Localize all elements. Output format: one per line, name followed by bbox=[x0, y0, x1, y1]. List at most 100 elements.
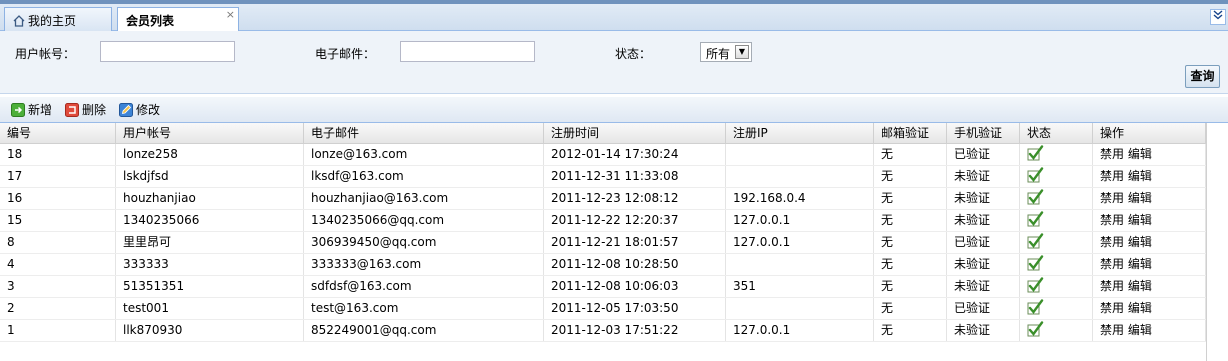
cell-email-verify: 无 bbox=[874, 298, 947, 319]
cell-status bbox=[1020, 320, 1093, 341]
table-row[interactable]: 3 51351351 sdfdsf@163.com 2011-12-08 10:06:… bbox=[0, 276, 1206, 298]
cell-reg-time: 2011-12-08 10:28:50 bbox=[544, 254, 726, 275]
cell-reg-ip: 351 bbox=[726, 276, 874, 297]
col-header-email[interactable]: 电子邮件 bbox=[304, 123, 544, 144]
cell-reg-time: 2011-12-03 17:51:22 bbox=[544, 320, 726, 341]
close-icon[interactable]: × bbox=[226, 8, 235, 21]
cell-ops[interactable]: 禁用 编辑 bbox=[1093, 320, 1206, 341]
cell-status bbox=[1020, 210, 1093, 231]
check-icon bbox=[1027, 321, 1044, 337]
table-row[interactable]: 2 test001 test@163.com 2011-12-05 17:03:50 无… bbox=[0, 298, 1206, 320]
cell-status bbox=[1020, 188, 1093, 209]
table-row[interactable]: 16 houzhanjiao houzhanjiao@163.com 2011-12-… bbox=[0, 188, 1206, 210]
cell-account: lskdjfsd bbox=[116, 166, 304, 187]
cell-status bbox=[1020, 254, 1093, 275]
status-select-value: 所有 bbox=[706, 47, 731, 61]
cell-email: test@163.com bbox=[304, 298, 544, 319]
check-icon bbox=[1027, 167, 1044, 183]
cell-reg-time: 2011-12-05 17:03:50 bbox=[544, 298, 726, 319]
cell-account: lonze258 bbox=[116, 144, 304, 165]
cell-account: test001 bbox=[116, 298, 304, 319]
cell-status bbox=[1020, 166, 1093, 187]
dropdown-arrow-icon[interactable]: ▼ bbox=[735, 45, 749, 59]
cell-email: 852249001@qq.com bbox=[304, 320, 544, 341]
col-header-status[interactable]: 状态 bbox=[1020, 123, 1093, 144]
cell-reg-time: 2011-12-08 10:06:03 bbox=[544, 276, 726, 297]
edit-label: 修改 bbox=[136, 103, 161, 117]
cell-reg-time: 2012-01-14 17:30:24 bbox=[544, 144, 726, 165]
cell-id: 8 bbox=[0, 232, 116, 253]
account-label: 用户帐号： bbox=[15, 47, 76, 61]
col-header-reg-ip[interactable]: 注册IP bbox=[726, 123, 874, 144]
cell-ops[interactable]: 禁用 编辑 bbox=[1093, 298, 1206, 319]
cell-phone-verify: 未验证 bbox=[947, 166, 1020, 187]
col-header-account[interactable]: 用户帐号 bbox=[116, 123, 304, 144]
cell-email: lonze@163.com bbox=[304, 144, 544, 165]
delete-button[interactable]: 删除 bbox=[65, 101, 106, 119]
cell-ops[interactable]: 禁用 编辑 bbox=[1093, 276, 1206, 297]
col-header-email-verify[interactable]: 邮箱验证 bbox=[874, 123, 947, 144]
cell-email-verify: 无 bbox=[874, 166, 947, 187]
collapse-button[interactable] bbox=[1210, 9, 1226, 25]
col-header-id[interactable]: 编号 bbox=[0, 123, 116, 144]
cell-email: sdfdsf@163.com bbox=[304, 276, 544, 297]
col-header-ops[interactable]: 操作 bbox=[1093, 123, 1206, 144]
cell-email-verify: 无 bbox=[874, 254, 947, 275]
cell-id: 2 bbox=[0, 298, 116, 319]
cell-ops[interactable]: 禁用 编辑 bbox=[1093, 188, 1206, 209]
check-icon bbox=[1027, 233, 1044, 249]
cell-ops[interactable]: 禁用 编辑 bbox=[1093, 210, 1206, 231]
cell-email: houzhanjiao@163.com bbox=[304, 188, 544, 209]
cell-email: 306939450@qq.com bbox=[304, 232, 544, 253]
cell-id: 1 bbox=[0, 320, 116, 341]
cell-ops[interactable]: 禁用 编辑 bbox=[1093, 144, 1206, 165]
grid-header: 编号 用户帐号 电子邮件 注册时间 注册IP 邮箱验证 手机验证 状态 操作 bbox=[0, 123, 1206, 144]
add-button[interactable]: 新增 bbox=[11, 101, 52, 119]
cell-reg-ip: 127.0.0.1 bbox=[726, 320, 874, 341]
status-select[interactable]: 所有 ▼ bbox=[700, 42, 752, 62]
edit-button[interactable]: 修改 bbox=[119, 101, 160, 119]
cell-phone-verify: 未验证 bbox=[947, 188, 1020, 209]
tab-member-list-label: 会员列表 bbox=[126, 14, 175, 28]
table-row[interactable]: 17 lskdjfsd lksdf@163.com 2011-12-31 11:33:… bbox=[0, 166, 1206, 188]
col-header-phone-verify[interactable]: 手机验证 bbox=[947, 123, 1020, 144]
cell-status bbox=[1020, 298, 1093, 319]
account-input[interactable] bbox=[100, 41, 235, 62]
tab-home[interactable]: 我的主页 bbox=[4, 7, 112, 31]
delete-label: 删除 bbox=[82, 103, 107, 117]
cell-account: 51351351 bbox=[116, 276, 304, 297]
cell-account: 333333 bbox=[116, 254, 304, 275]
cell-phone-verify: 已验证 bbox=[947, 298, 1020, 319]
cell-email: 1340235066@qq.com bbox=[304, 210, 544, 231]
table-row[interactable]: 1 llk870930 852249001@qq.com 2011-12-03 17:… bbox=[0, 320, 1206, 342]
cell-account: houzhanjiao bbox=[116, 188, 304, 209]
col-header-reg-time[interactable]: 注册时间 bbox=[544, 123, 726, 144]
table-row[interactable]: 8 里里昂可 306939450@qq.com 2011-12-21 18:01:57… bbox=[0, 232, 1206, 254]
table-row[interactable]: 4 333333 333333@163.com 2011-12-08 10:28:50… bbox=[0, 254, 1206, 276]
email-input[interactable] bbox=[400, 41, 535, 62]
cell-id: 16 bbox=[0, 188, 116, 209]
cell-status bbox=[1020, 276, 1093, 297]
cell-phone-verify: 未验证 bbox=[947, 210, 1020, 231]
cell-status bbox=[1020, 144, 1093, 165]
tab-member-list[interactable]: 会员列表 × bbox=[117, 7, 239, 32]
status-label: 状态： bbox=[615, 47, 652, 61]
check-icon bbox=[1027, 299, 1044, 315]
home-icon bbox=[13, 15, 25, 27]
table-row[interactable]: 15 1340235066 1340235066@qq.com 2011-12-22 … bbox=[0, 210, 1206, 232]
check-icon bbox=[1027, 277, 1044, 293]
cell-reg-ip bbox=[726, 254, 874, 275]
tab-bar: 我的主页 会员列表 × bbox=[0, 0, 1228, 32]
cell-reg-ip bbox=[726, 144, 874, 165]
cell-phone-verify: 未验证 bbox=[947, 320, 1020, 341]
edit-icon bbox=[119, 103, 133, 117]
query-button[interactable]: 查询 bbox=[1185, 65, 1220, 88]
check-icon bbox=[1027, 145, 1044, 161]
cell-account: llk870930 bbox=[116, 320, 304, 341]
cell-ops[interactable]: 禁用 编辑 bbox=[1093, 254, 1206, 275]
tab-home-label: 我的主页 bbox=[28, 14, 77, 28]
cell-ops[interactable]: 禁用 编辑 bbox=[1093, 232, 1206, 253]
grid-scrollbar[interactable] bbox=[1206, 123, 1228, 361]
cell-ops[interactable]: 禁用 编辑 bbox=[1093, 166, 1206, 187]
table-row[interactable]: 18 lonze258 lonze@163.com 2012-01-14 17:30:… bbox=[0, 144, 1206, 166]
